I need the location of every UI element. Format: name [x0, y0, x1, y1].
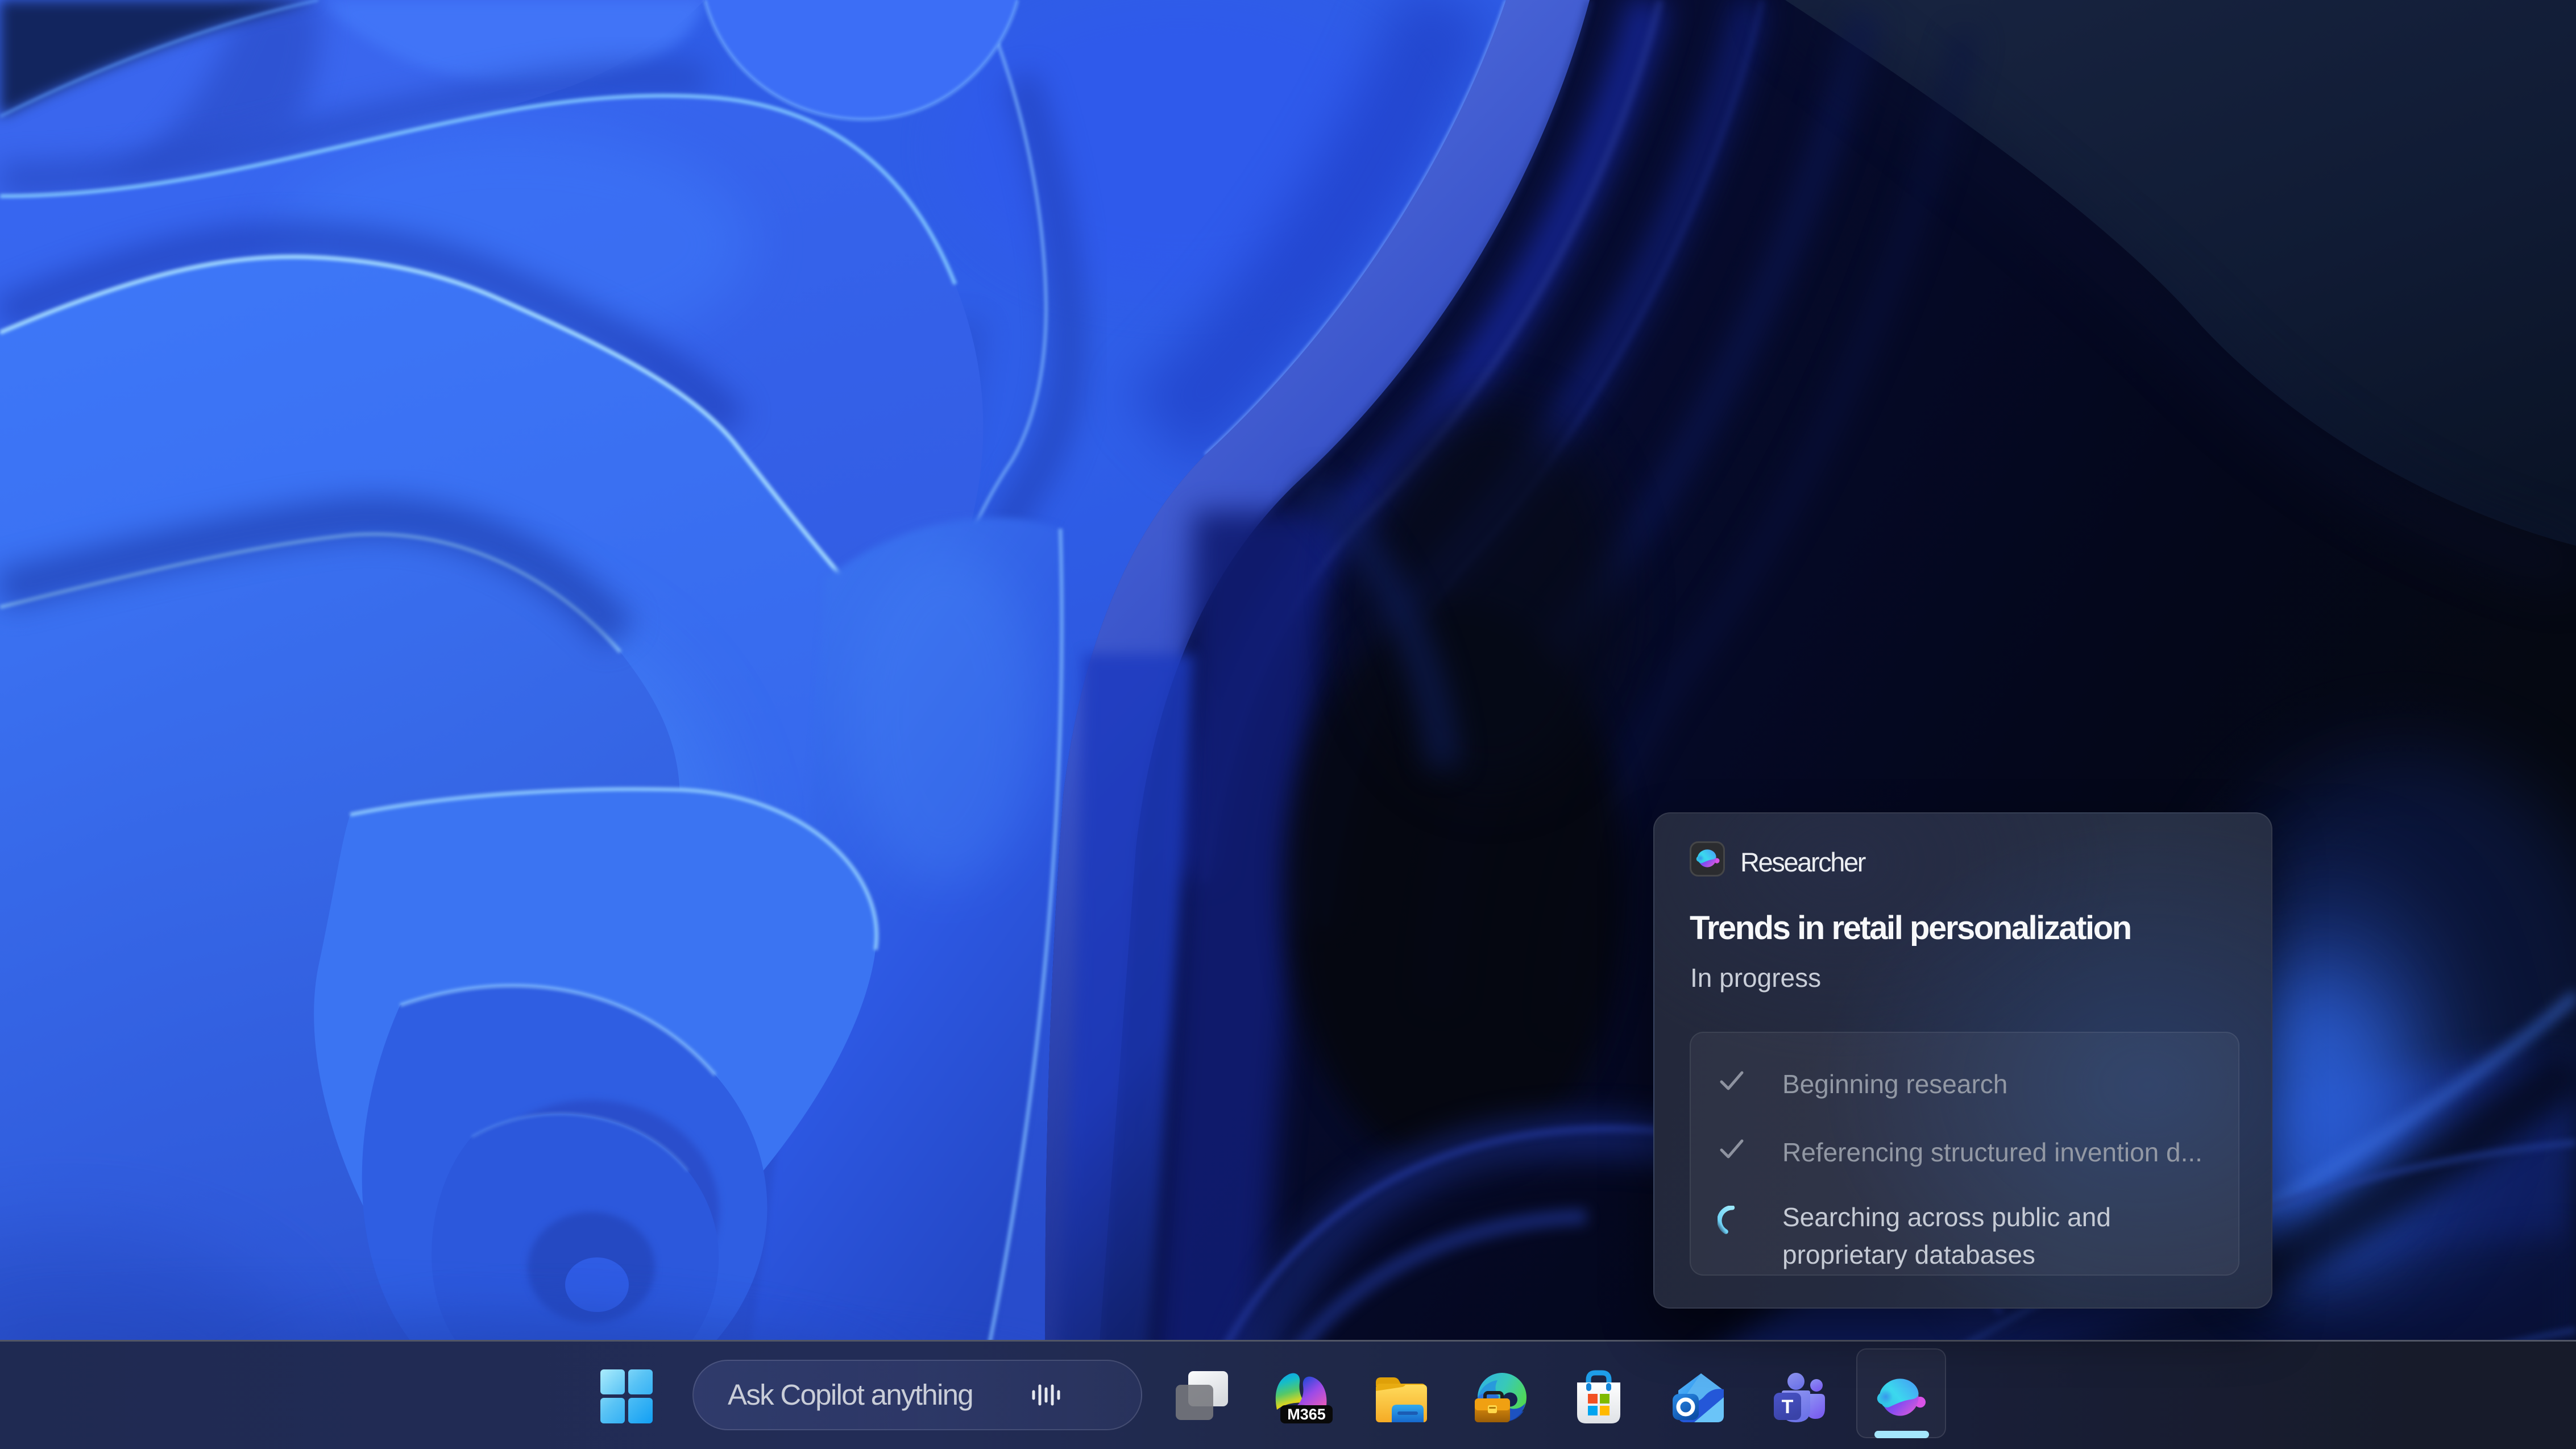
svg-text:M365: M365 [1287, 1406, 1326, 1423]
svg-text:T: T [1782, 1396, 1794, 1418]
